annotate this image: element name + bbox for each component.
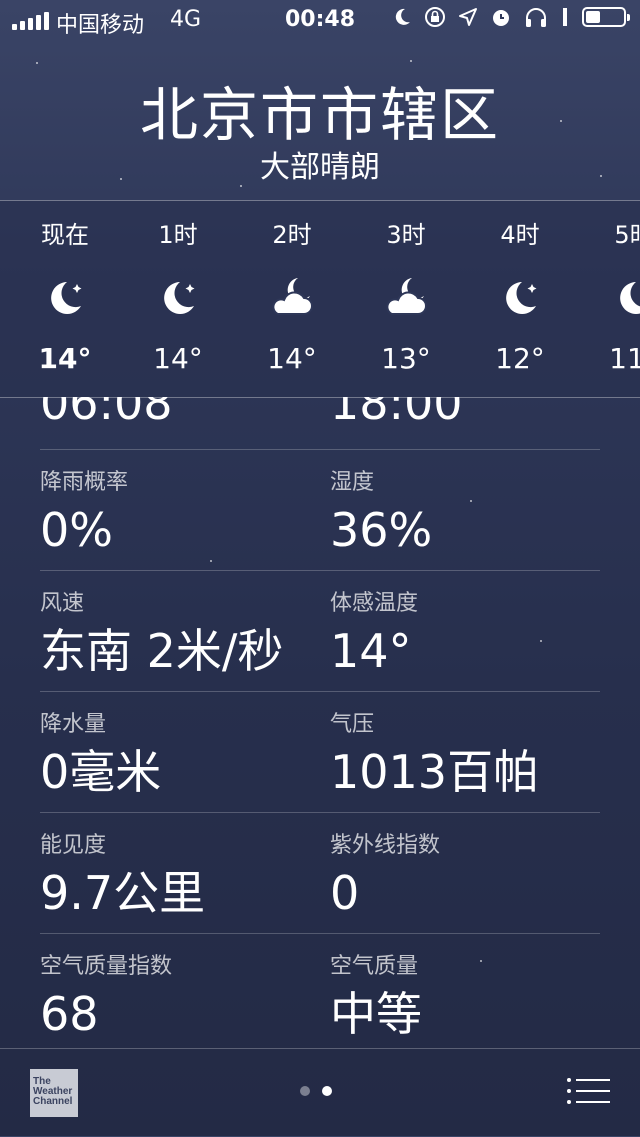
aqi-value: 68: [40, 987, 99, 1041]
detail-row: 降雨概率 0% 湿度 36%: [40, 450, 600, 571]
hour-item: 4时 12°: [463, 201, 577, 375]
hour-label: 4时: [500, 221, 540, 249]
status-bar: 中国移动 4G 00:48: [0, 0, 640, 40]
detail-row: 空气质量指数 68 空气质量 中等: [40, 934, 600, 1047]
hour-item: 2时 14°: [235, 201, 349, 375]
hour-item: 3时 13°: [349, 201, 463, 375]
precipitation-label: 降水量: [40, 712, 107, 737]
wind-label: 风速: [40, 591, 85, 616]
sun-times-row: 06:08 18:00: [40, 397, 600, 450]
uv-index-value: 0: [330, 866, 360, 920]
hour-item: 1时 14°: [121, 201, 235, 375]
hourly-forecast[interactable]: 现在 14° 1时 14° 2时 14° 3时 13° 4时 12° 5时: [0, 200, 640, 398]
lock-rotation-icon: [425, 7, 445, 27]
hour-label: 5时: [614, 221, 640, 249]
visibility-value: 9.7公里: [40, 866, 206, 920]
hour-label: 3时: [386, 221, 426, 249]
visibility-label: 能见度: [40, 833, 107, 858]
status-icons: [392, 6, 630, 28]
hour-label: 2时: [272, 221, 312, 249]
pressure-value: 1013百帕: [330, 745, 540, 799]
detail-row: 风速 东南 2米/秒 体感温度 14°: [40, 571, 600, 692]
logo-line-3: Channel: [33, 1096, 73, 1107]
rain-chance-label: 降雨概率: [40, 470, 129, 495]
moon-stars-icon: [463, 270, 577, 326]
city-list-icon[interactable]: [566, 1077, 610, 1105]
weather-details[interactable]: 06:08 18:00 降雨概率 0% 湿度 36% 风速 东南 2米/秒 体感…: [40, 397, 600, 1047]
partly-cloudy-night-icon: [349, 270, 463, 326]
moon-stars-icon: [8, 270, 122, 326]
hour-label: 现在: [41, 221, 89, 249]
moon-stars-icon: [577, 270, 640, 326]
weather-condition: 大部晴朗: [260, 150, 380, 185]
location-icon: [459, 8, 477, 26]
hour-item: 5时 11°: [577, 201, 640, 375]
uv-index-label: 紫外线指数: [330, 833, 441, 858]
air-quality-label: 空气质量: [330, 954, 419, 979]
city-name: 北京市市辖区: [139, 81, 500, 149]
hour-label: 1时: [158, 221, 198, 249]
page-dot[interactable]: [300, 1086, 310, 1096]
detail-row: 降水量 0毫米 气压 1013百帕: [40, 692, 600, 813]
feels-like-label: 体感温度: [330, 591, 419, 616]
humidity-value: 36%: [330, 503, 433, 557]
sunrise-value: 06:08: [40, 397, 173, 430]
hour-temperature: 12°: [495, 342, 545, 375]
pressure-label: 气压: [330, 712, 375, 737]
air-quality-value: 中等: [330, 987, 422, 1041]
page-dot-active[interactable]: [322, 1086, 332, 1096]
moon-icon: [395, 8, 410, 25]
moon-stars-icon: [121, 270, 235, 326]
hour-temperature: 14°: [267, 342, 317, 375]
page-indicator[interactable]: [300, 1086, 332, 1096]
bottom-toolbar: The Weather Channel: [0, 1048, 640, 1137]
wind-value: 东南 2米/秒: [40, 624, 284, 678]
humidity-label: 湿度: [330, 470, 375, 495]
battery-power-icon: [563, 8, 567, 26]
hour-temperature: 11°: [609, 342, 640, 375]
hour-temperature: 14°: [38, 342, 92, 375]
precipitation-value: 0毫米: [40, 745, 162, 799]
hour-item: 现在 14°: [8, 201, 122, 375]
hour-temperature: 14°: [153, 342, 203, 375]
partly-cloudy-night-icon: [235, 270, 349, 326]
alarm-icon: [493, 10, 509, 26]
weather-channel-logo[interactable]: The Weather Channel: [30, 1069, 78, 1117]
headphones-icon: [526, 8, 546, 27]
aqi-label: 空气质量指数: [40, 954, 173, 979]
hour-temperature: 13°: [381, 342, 431, 375]
rain-chance-value: 0%: [40, 503, 113, 557]
battery-icon: [582, 7, 630, 27]
detail-row: 能见度 9.7公里 紫外线指数 0: [40, 813, 600, 934]
sunset-value: 18:00: [330, 397, 463, 430]
feels-like-value: 14°: [330, 624, 412, 678]
